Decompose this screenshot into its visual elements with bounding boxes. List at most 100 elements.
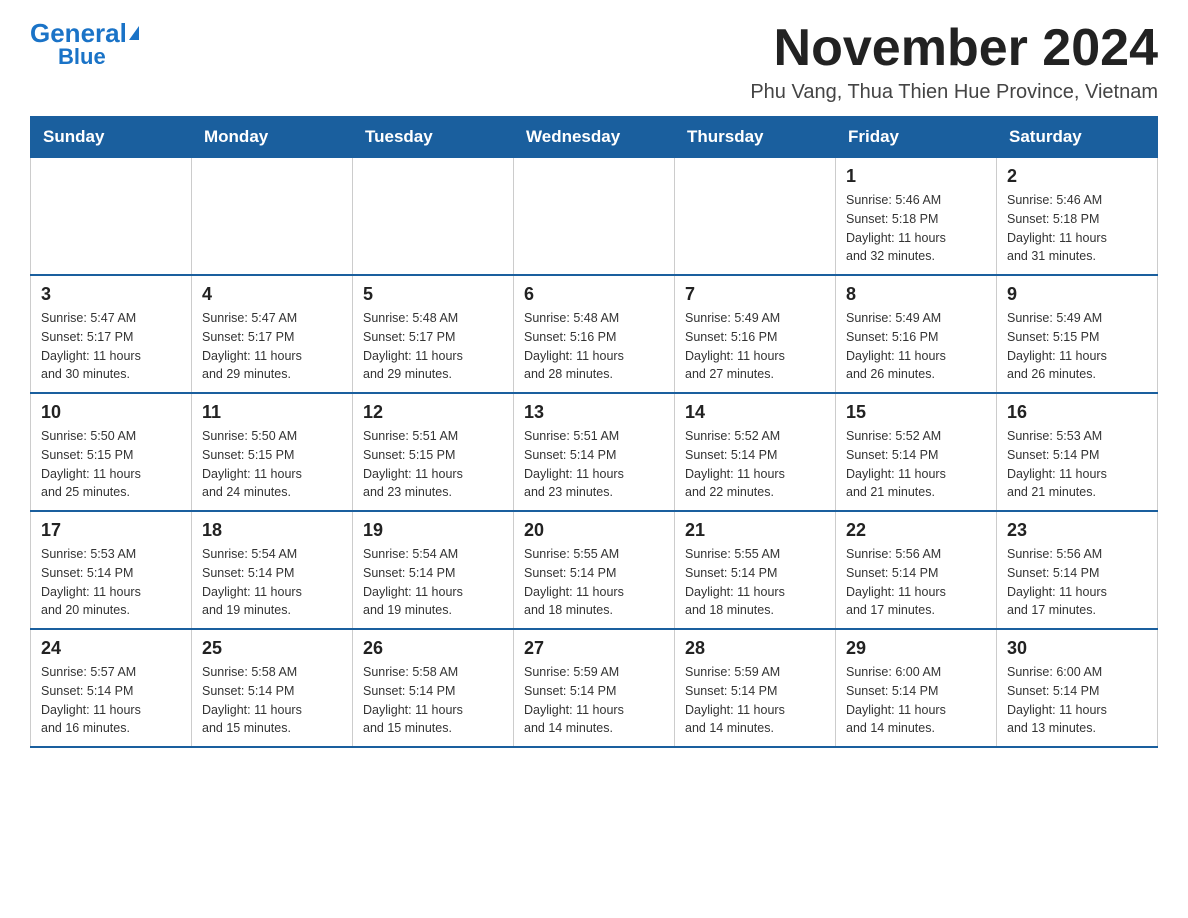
weekday-header: Saturday — [997, 117, 1158, 158]
weekday-header: Tuesday — [353, 117, 514, 158]
day-info: Sunrise: 5:50 AM Sunset: 5:15 PM Dayligh… — [202, 427, 342, 502]
calendar-cell: 27Sunrise: 5:59 AM Sunset: 5:14 PM Dayli… — [514, 629, 675, 747]
day-number: 7 — [685, 284, 825, 305]
day-info: Sunrise: 5:58 AM Sunset: 5:14 PM Dayligh… — [202, 663, 342, 738]
day-info: Sunrise: 5:49 AM Sunset: 5:15 PM Dayligh… — [1007, 309, 1147, 384]
day-number: 9 — [1007, 284, 1147, 305]
day-info: Sunrise: 5:58 AM Sunset: 5:14 PM Dayligh… — [363, 663, 503, 738]
calendar-week-row: 17Sunrise: 5:53 AM Sunset: 5:14 PM Dayli… — [31, 511, 1158, 629]
day-info: Sunrise: 5:59 AM Sunset: 5:14 PM Dayligh… — [524, 663, 664, 738]
calendar-week-row: 24 Sunrise: 5:57 AM Sunset: 5:14 PM Dayli… — [31, 629, 1158, 747]
calendar-cell: 26Sunrise: 5:58 AM Sunset: 5:14 PM Dayli… — [353, 629, 514, 747]
weekday-header: Sunday — [31, 117, 192, 158]
calendar-cell: 21 Sunrise: 5:55 AM Sunset: 5:14 PM Dayli… — [675, 511, 836, 629]
calendar-cell: 29 Sunrise: 6:00 AM Sunset: 5:14 PM Dayli… — [836, 629, 997, 747]
calendar-cell: 18 Sunrise: 5:54 AM Sunset: 5:14 PM Dayli… — [192, 511, 353, 629]
day-info: Sunrise: 5:53 AM Sunset: 5:14 PM Dayligh… — [41, 545, 181, 620]
day-info: Sunrise: 5:52 AM Sunset: 5:14 PM Dayligh… — [685, 427, 825, 502]
calendar-cell: 19 Sunrise: 5:54 AM Sunset: 5:14 PM Dayli… — [353, 511, 514, 629]
day-number: 28 — [685, 638, 825, 659]
day-number: 21 — [685, 520, 825, 541]
day-info: Sunrise: 6:00 AM Sunset: 5:14 PM Dayligh… — [1007, 663, 1147, 738]
weekday-header: Friday — [836, 117, 997, 158]
calendar-cell: 25 Sunrise: 5:58 AM Sunset: 5:14 PM Dayli… — [192, 629, 353, 747]
calendar-cell: 6Sunrise: 5:48 AM Sunset: 5:16 PM Daylig… — [514, 275, 675, 393]
day-info: Sunrise: 5:54 AM Sunset: 5:14 PM Dayligh… — [363, 545, 503, 620]
calendar-cell: 8 Sunrise: 5:49 AM Sunset: 5:16 PM Daylig… — [836, 275, 997, 393]
day-number: 22 — [846, 520, 986, 541]
calendar-cell: 2Sunrise: 5:46 AM Sunset: 5:18 PM Daylig… — [997, 158, 1158, 276]
day-info: Sunrise: 5:46 AM Sunset: 5:18 PM Dayligh… — [846, 191, 986, 266]
day-number: 20 — [524, 520, 664, 541]
calendar-cell: 28 Sunrise: 5:59 AM Sunset: 5:14 PM Dayli… — [675, 629, 836, 747]
logo-blue-text: Blue — [58, 46, 106, 68]
day-number: 29 — [846, 638, 986, 659]
calendar-header: SundayMondayTuesdayWednesdayThursdayFrid… — [31, 117, 1158, 158]
weekday-header: Thursday — [675, 117, 836, 158]
day-number: 14 — [685, 402, 825, 423]
calendar-cell: 14 Sunrise: 5:52 AM Sunset: 5:14 PM Dayli… — [675, 393, 836, 511]
day-number: 16 — [1007, 402, 1147, 423]
calendar-cell: 4 Sunrise: 5:47 AM Sunset: 5:17 PM Daylig… — [192, 275, 353, 393]
day-info: Sunrise: 5:49 AM Sunset: 5:16 PM Dayligh… — [685, 309, 825, 384]
weekday-row: SundayMondayTuesdayWednesdayThursdayFrid… — [31, 117, 1158, 158]
day-number: 5 — [363, 284, 503, 305]
weekday-header: Wednesday — [514, 117, 675, 158]
calendar-cell: 16 Sunrise: 5:53 AM Sunset: 5:14 PM Dayli… — [997, 393, 1158, 511]
day-number: 2 — [1007, 166, 1147, 187]
day-number: 24 — [41, 638, 181, 659]
calendar-week-row: 3 Sunrise: 5:47 AM Sunset: 5:17 PM Daylig… — [31, 275, 1158, 393]
calendar-cell: 3Sunrise: 5:47 AM Sunset: 5:17 PM Daylig… — [31, 275, 192, 393]
calendar-week-row: 10Sunrise: 5:50 AM Sunset: 5:15 PM Dayli… — [31, 393, 1158, 511]
day-number: 19 — [363, 520, 503, 541]
weekday-header: Monday — [192, 117, 353, 158]
day-info: Sunrise: 5:48 AM Sunset: 5:17 PM Dayligh… — [363, 309, 503, 384]
day-number: 25 — [202, 638, 342, 659]
day-number: 18 — [202, 520, 342, 541]
day-info: Sunrise: 5:55 AM Sunset: 5:14 PM Dayligh… — [524, 545, 664, 620]
day-number: 30 — [1007, 638, 1147, 659]
day-number: 4 — [202, 284, 342, 305]
calendar-cell: 5 Sunrise: 5:48 AM Sunset: 5:17 PM Daylig… — [353, 275, 514, 393]
logo-triangle-icon — [129, 26, 139, 40]
calendar-cell: 7 Sunrise: 5:49 AM Sunset: 5:16 PM Daylig… — [675, 275, 836, 393]
calendar-cell: 15Sunrise: 5:52 AM Sunset: 5:14 PM Dayli… — [836, 393, 997, 511]
day-info: Sunrise: 5:54 AM Sunset: 5:14 PM Dayligh… — [202, 545, 342, 620]
calendar-cell: 22Sunrise: 5:56 AM Sunset: 5:14 PM Dayli… — [836, 511, 997, 629]
day-info: Sunrise: 5:56 AM Sunset: 5:14 PM Dayligh… — [1007, 545, 1147, 620]
calendar-cell: 9 Sunrise: 5:49 AM Sunset: 5:15 PM Daylig… — [997, 275, 1158, 393]
day-info: Sunrise: 5:48 AM Sunset: 5:16 PM Dayligh… — [524, 309, 664, 384]
day-number: 1 — [846, 166, 986, 187]
calendar-cell: 11Sunrise: 5:50 AM Sunset: 5:15 PM Dayli… — [192, 393, 353, 511]
logo: General Blue — [30, 20, 139, 68]
day-info: Sunrise: 5:53 AM Sunset: 5:14 PM Dayligh… — [1007, 427, 1147, 502]
day-number: 8 — [846, 284, 986, 305]
day-info: Sunrise: 5:50 AM Sunset: 5:15 PM Dayligh… — [41, 427, 181, 502]
calendar-cell: 1 Sunrise: 5:46 AM Sunset: 5:18 PM Daylig… — [836, 158, 997, 276]
calendar-cell: 24 Sunrise: 5:57 AM Sunset: 5:14 PM Dayli… — [31, 629, 192, 747]
day-info: Sunrise: 5:49 AM Sunset: 5:16 PM Dayligh… — [846, 309, 986, 384]
calendar-cell — [353, 158, 514, 276]
calendar-title: November 2024 — [750, 20, 1158, 77]
day-info: Sunrise: 5:55 AM Sunset: 5:14 PM Dayligh… — [685, 545, 825, 620]
title-area: November 2024 Phu Vang, Thua Thien Hue P… — [750, 20, 1158, 104]
day-info: Sunrise: 5:59 AM Sunset: 5:14 PM Dayligh… — [685, 663, 825, 738]
calendar-cell — [514, 158, 675, 276]
day-info: Sunrise: 6:00 AM Sunset: 5:14 PM Dayligh… — [846, 663, 986, 738]
calendar-cell — [192, 158, 353, 276]
calendar-cell — [31, 158, 192, 276]
day-info: Sunrise: 5:51 AM Sunset: 5:15 PM Dayligh… — [363, 427, 503, 502]
calendar-subtitle: Phu Vang, Thua Thien Hue Province, Vietn… — [750, 81, 1158, 104]
day-info: Sunrise: 5:57 AM Sunset: 5:14 PM Dayligh… — [41, 663, 181, 738]
calendar-table: SundayMondayTuesdayWednesdayThursdayFrid… — [30, 116, 1158, 748]
calendar-cell: 13Sunrise: 5:51 AM Sunset: 5:14 PM Dayli… — [514, 393, 675, 511]
calendar-week-row: 1 Sunrise: 5:46 AM Sunset: 5:18 PM Daylig… — [31, 158, 1158, 276]
calendar-cell: 17Sunrise: 5:53 AM Sunset: 5:14 PM Dayli… — [31, 511, 192, 629]
page-header: General Blue November 2024 Phu Vang, Thu… — [30, 20, 1158, 104]
day-info: Sunrise: 5:47 AM Sunset: 5:17 PM Dayligh… — [202, 309, 342, 384]
day-info: Sunrise: 5:52 AM Sunset: 5:14 PM Dayligh… — [846, 427, 986, 502]
calendar-cell: 12Sunrise: 5:51 AM Sunset: 5:15 PM Dayli… — [353, 393, 514, 511]
calendar-cell — [675, 158, 836, 276]
day-number: 3 — [41, 284, 181, 305]
calendar-cell: 20 Sunrise: 5:55 AM Sunset: 5:14 PM Dayli… — [514, 511, 675, 629]
